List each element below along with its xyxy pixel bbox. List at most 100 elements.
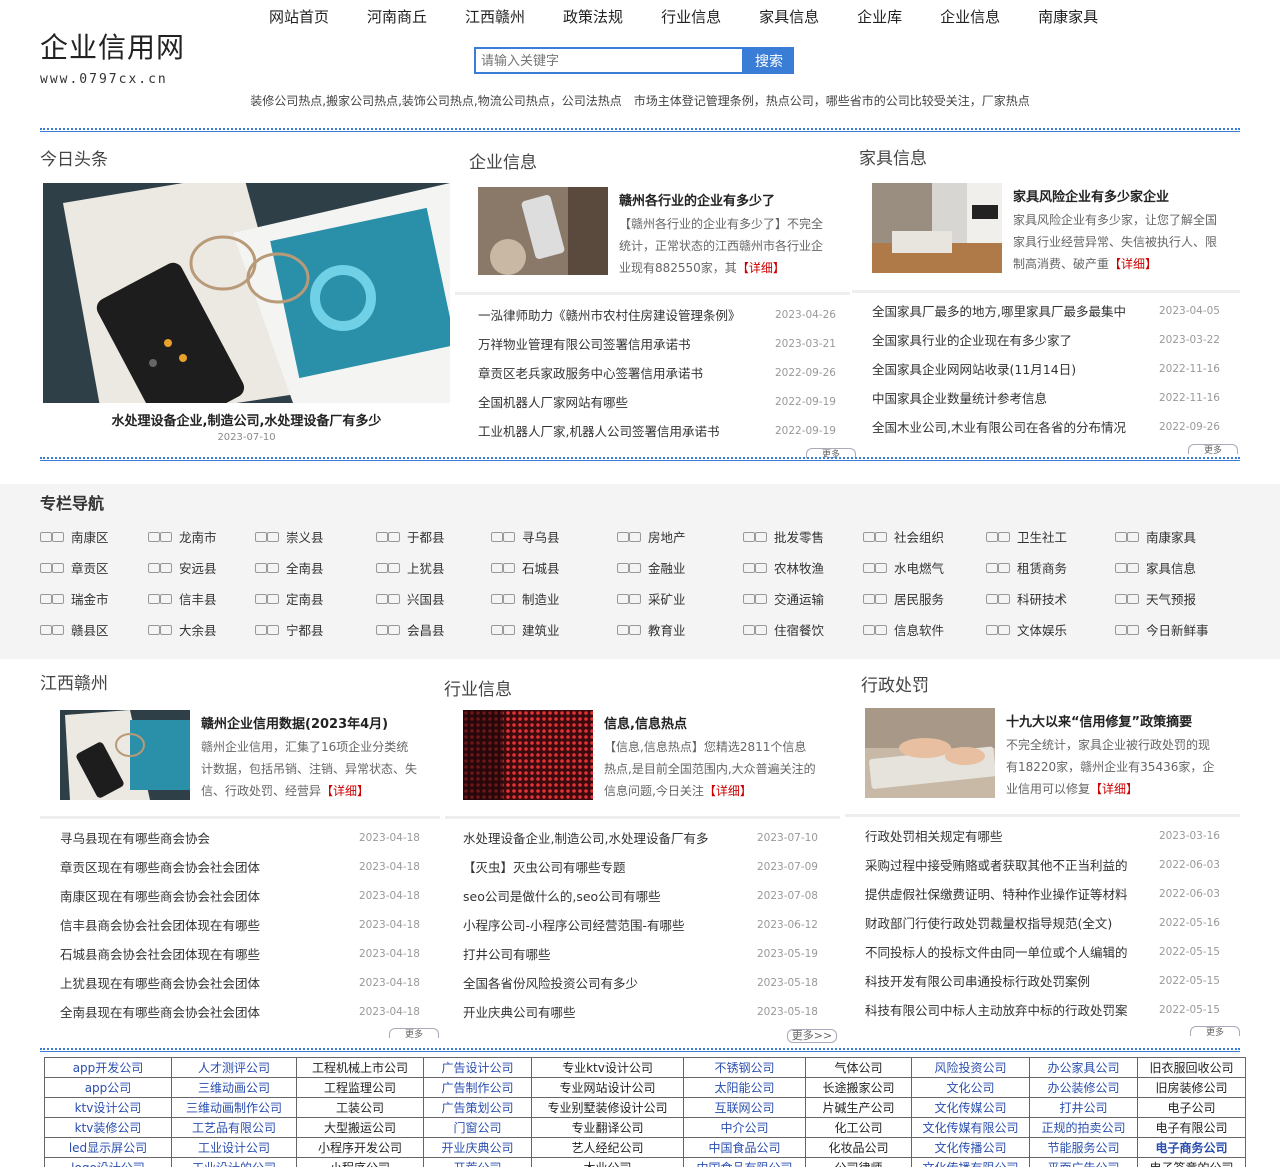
tag-link[interactable]: 办公家具公司 bbox=[1029, 1057, 1138, 1078]
headline-caption[interactable]: 水处理设备企业,制造公司,水处理设备厂有多少 2023-07-10 bbox=[43, 410, 450, 443]
phone-photo[interactable] bbox=[478, 187, 608, 275]
tag-link[interactable]: 互联网公司 bbox=[683, 1097, 806, 1118]
tag-link[interactable]: 旧房装修公司 bbox=[1137, 1077, 1246, 1098]
nav-item[interactable]: 江西赣州 bbox=[465, 6, 525, 26]
list-item[interactable]: 行政处罚相关规定有哪些 2023-03-16 bbox=[865, 821, 1220, 850]
column-link[interactable]: 今日新鲜事 bbox=[1115, 620, 1209, 639]
column-link[interactable]: 南康区 bbox=[40, 527, 109, 546]
tag-link[interactable]: 打井公司 bbox=[1029, 1097, 1138, 1118]
tag-link[interactable]: 大型搬运公司 bbox=[296, 1117, 424, 1138]
tag-link[interactable]: 片碱生产公司 bbox=[805, 1097, 912, 1118]
tag-link[interactable]: ktv设计公司 bbox=[44, 1097, 172, 1118]
list-item[interactable]: 全国各省份风险投资公司有多少 2023-05-18 bbox=[463, 968, 818, 997]
ganzhou-feature-title[interactable]: 赣州企业信用数据(2023年4月) bbox=[201, 713, 388, 732]
column-link[interactable]: 会昌县 bbox=[376, 620, 445, 639]
list-item[interactable]: 信丰县商会协会社会团体现在有哪些 2023-04-18 bbox=[60, 910, 420, 939]
column-link[interactable]: 南康家具 bbox=[1115, 527, 1196, 546]
column-link[interactable]: 建筑业 bbox=[491, 620, 560, 639]
tag-link[interactable]: logo设计公司 bbox=[44, 1157, 172, 1167]
column-link[interactable]: 水电燃气 bbox=[863, 558, 944, 577]
column-link[interactable]: 定南县 bbox=[255, 589, 324, 608]
penalty-feature-title[interactable]: 十九大以来“信用修复”政策摘要 bbox=[1006, 711, 1192, 730]
list-item[interactable]: 章贡区现在有哪些商会协会社会团体 2023-04-18 bbox=[60, 852, 420, 881]
column-link[interactable]: 租赁商务 bbox=[986, 558, 1067, 577]
column-link[interactable]: 全南县 bbox=[255, 558, 324, 577]
column-link[interactable]: 居民服务 bbox=[863, 589, 944, 608]
tag-link[interactable]: 广告策划公司 bbox=[423, 1097, 532, 1118]
list-item[interactable]: 上犹县现在有哪些商会协会社会团体 2023-04-18 bbox=[60, 968, 420, 997]
detail-link[interactable]: 【详细】 bbox=[321, 784, 369, 798]
nav-item[interactable]: 网站首页 bbox=[269, 6, 329, 26]
tag-link[interactable]: 文化传媒有限公司 bbox=[911, 1117, 1030, 1138]
list-item[interactable]: seo公司是做什么的,seo公司有哪些 2023-07-08 bbox=[463, 881, 818, 910]
nav-item[interactable]: 政策法规 bbox=[563, 6, 623, 26]
tag-link[interactable]: 工程监理公司 bbox=[296, 1077, 424, 1098]
tag-link[interactable]: 平面广告公司 bbox=[1029, 1157, 1138, 1167]
more-button[interactable]: 更多 bbox=[389, 1028, 439, 1038]
list-item[interactable]: 开业庆典公司有哪些 2023-05-18 bbox=[463, 997, 818, 1026]
search-button[interactable]: 搜索 bbox=[744, 47, 794, 74]
list-item[interactable]: 工业机器人厂家,机器人公司签署信用承诺书 2022-09-19 bbox=[478, 416, 836, 445]
industry-feature-title[interactable]: 信息,信息热点 bbox=[604, 713, 687, 732]
tag-link[interactable]: 长途搬家公司 bbox=[805, 1077, 912, 1098]
tag-link[interactable]: 工业设计公司 bbox=[171, 1137, 297, 1158]
list-item[interactable]: 财政部门行使行政处罚裁量权指导规范(全文) 2022-05-16 bbox=[865, 908, 1220, 937]
column-link[interactable]: 天气预报 bbox=[1115, 589, 1196, 608]
tag-link[interactable]: led显示屏公司 bbox=[44, 1137, 172, 1158]
column-link[interactable]: 章贡区 bbox=[40, 558, 109, 577]
nav-item[interactable]: 企业信息 bbox=[940, 6, 1000, 26]
nav-item[interactable]: 河南商丘 bbox=[367, 6, 427, 26]
nav-item[interactable]: 南康家具 bbox=[1038, 6, 1098, 26]
more-button[interactable]: 更多 bbox=[1188, 444, 1238, 454]
column-link[interactable]: 龙南市 bbox=[148, 527, 217, 546]
list-item[interactable]: 小程序公司-小程序公司经营范围-有哪些 2023-06-12 bbox=[463, 910, 818, 939]
column-link[interactable]: 住宿餐饮 bbox=[743, 620, 824, 639]
list-item[interactable]: 全国家具厂最多的地方,哪里家具厂最多最集中 2023-04-05 bbox=[872, 296, 1220, 325]
tag-link[interactable]: 节能服务公司 bbox=[1029, 1137, 1138, 1158]
tag-link[interactable]: 电子签章的公司 bbox=[1137, 1157, 1246, 1167]
list-item[interactable]: 水处理设备企业,制造公司,水处理设备厂有多 2023-07-10 bbox=[463, 823, 818, 852]
more-button[interactable]: 更多 bbox=[1190, 1026, 1240, 1036]
tag-link[interactable]: app开发公司 bbox=[44, 1057, 172, 1078]
column-link[interactable]: 批发零售 bbox=[743, 527, 824, 546]
list-item[interactable]: 提供虚假社保缴费证明、特种作业操作证等材料 2022-06-03 bbox=[865, 879, 1220, 908]
column-link[interactable]: 信丰县 bbox=[148, 589, 217, 608]
hot-links[interactable]: 装修公司热点,搬家公司热点,装饰公司热点,物流公司热点，公司法热点 市场主体登记… bbox=[0, 92, 1280, 109]
column-link[interactable]: 制造业 bbox=[491, 589, 560, 608]
list-item[interactable]: 科技开发有限公司串通投标行政处罚案例 2022-05-15 bbox=[865, 966, 1220, 995]
detail-link[interactable]: 【详细】 bbox=[1090, 782, 1138, 796]
column-link[interactable]: 金融业 bbox=[617, 558, 686, 577]
column-link[interactable]: 于都县 bbox=[376, 527, 445, 546]
list-item[interactable]: 一泓律师助力《赣州市农村住房建设管理条例》 2023-04-26 bbox=[478, 300, 836, 329]
list-item[interactable]: 不同投标人的投标文件由同一单位或个人编辑的 2022-05-15 bbox=[865, 937, 1220, 966]
tag-link[interactable]: 中国食品公司 bbox=[683, 1137, 806, 1158]
site-logo[interactable]: 企业信用网 www.0797cx.cn bbox=[40, 26, 185, 87]
list-item[interactable]: 石城县商会协会社会团体现在有哪些 2023-04-18 bbox=[60, 939, 420, 968]
tag-link[interactable]: 不锈钢公司 bbox=[683, 1057, 806, 1078]
list-item[interactable]: 万祥物业管理有限公司签署信用承诺书 2023-03-21 bbox=[478, 329, 836, 358]
headline-image[interactable] bbox=[43, 183, 450, 403]
tag-link[interactable]: 中介公司 bbox=[683, 1117, 806, 1138]
furniture-feature-title[interactable]: 家具风险企业有多少家企业 bbox=[1013, 186, 1169, 205]
column-link[interactable]: 上犹县 bbox=[376, 558, 445, 577]
column-link[interactable]: 宁都县 bbox=[255, 620, 324, 639]
tag-link[interactable]: 公司律师 bbox=[805, 1157, 912, 1167]
column-link[interactable]: 家具信息 bbox=[1115, 558, 1196, 577]
list-item[interactable]: 科技有限公司中标人主动放弃中标的行政处罚案 2022-05-15 bbox=[865, 995, 1220, 1024]
list-item[interactable]: 南康区现在有哪些商会协会社会团体 2023-04-18 bbox=[60, 881, 420, 910]
more-button[interactable]: 更多>> bbox=[787, 1029, 837, 1043]
tag-link[interactable]: 中国食品有限公司 bbox=[683, 1157, 806, 1167]
list-item[interactable]: 寻乌县现在有哪些商会协会 2023-04-18 bbox=[60, 823, 420, 852]
column-link[interactable]: 采矿业 bbox=[617, 589, 686, 608]
tag-link[interactable]: 化妆品公司 bbox=[805, 1137, 912, 1158]
column-link[interactable]: 信息软件 bbox=[863, 620, 944, 639]
column-link[interactable]: 教育业 bbox=[617, 620, 686, 639]
list-item[interactable]: 【灭虫】灭虫公司有哪些专题 2023-07-09 bbox=[463, 852, 818, 881]
led-photo[interactable] bbox=[463, 710, 593, 800]
detail-link[interactable]: 【详细】 bbox=[704, 784, 752, 798]
nav-item[interactable]: 企业库 bbox=[857, 6, 902, 26]
column-link[interactable]: 赣县区 bbox=[40, 620, 109, 639]
tag-link[interactable]: 广告设计公司 bbox=[423, 1057, 532, 1078]
headline-title[interactable]: 水处理设备企业,制造公司,水处理设备厂有多少 bbox=[43, 410, 450, 429]
tag-link[interactable]: 办公装修公司 bbox=[1029, 1077, 1138, 1098]
